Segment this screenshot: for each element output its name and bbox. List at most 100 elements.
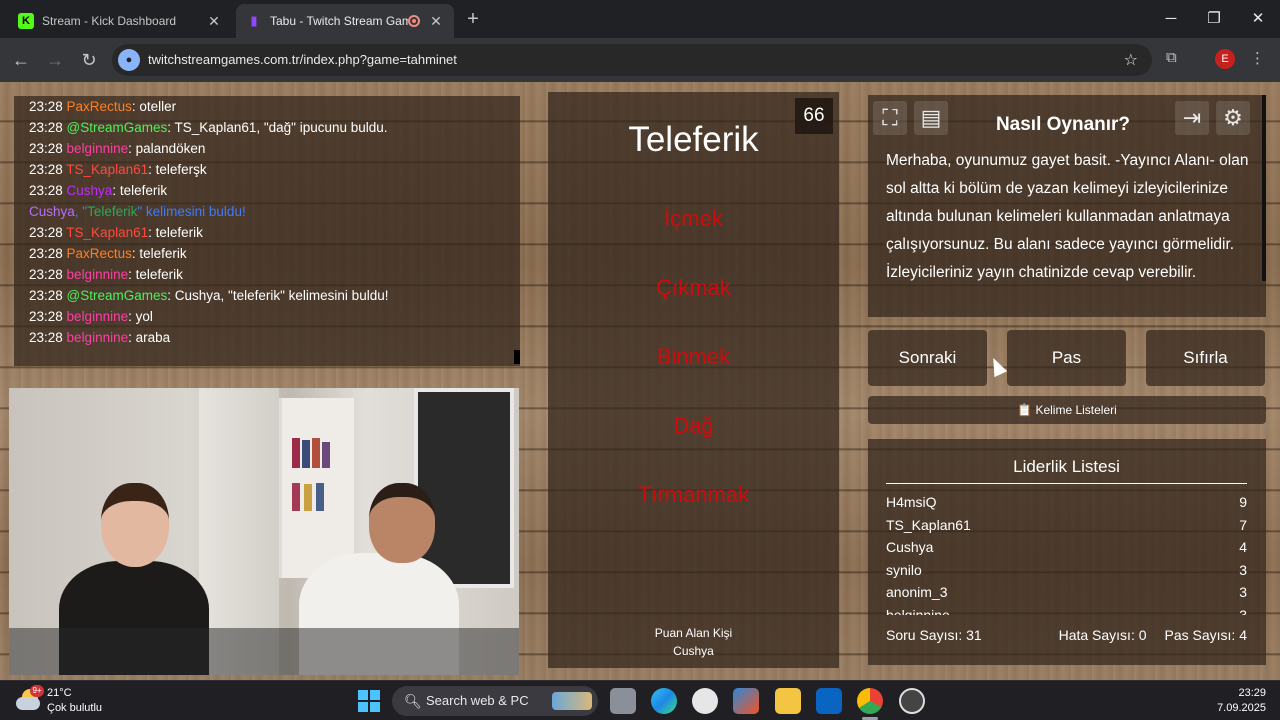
chat-username[interactable]: @StreamGames bbox=[67, 120, 168, 135]
chat-username[interactable]: TS_Kaplan61 bbox=[66, 225, 148, 240]
chat-text: : oteller bbox=[131, 99, 177, 114]
chat-username[interactable]: PaxRectus bbox=[67, 246, 132, 261]
address-bar[interactable]: ● twitchstreamgames.com.tr/index.php?gam… bbox=[112, 44, 1152, 76]
menu-icon[interactable]: ⋮ bbox=[1250, 49, 1265, 67]
chat-timestamp: 23:28 bbox=[29, 225, 67, 240]
chat-text: " kelimesini buldu! bbox=[137, 204, 246, 219]
outlook-icon[interactable] bbox=[816, 688, 842, 714]
obs-icon[interactable] bbox=[899, 688, 925, 714]
player-name: Cushya bbox=[886, 539, 934, 555]
new-tab-button[interactable]: + bbox=[462, 8, 484, 30]
restore-icon[interactable]: ❐ bbox=[1199, 6, 1229, 32]
how-to-play-title: Nasıl Oynanır? bbox=[995, 114, 1131, 135]
minimize-icon[interactable]: ─ bbox=[1156, 6, 1186, 32]
taboo-word: Binmek bbox=[656, 344, 731, 369]
twitch-icon: ▮ bbox=[250, 13, 258, 28]
microsoft-store-icon[interactable] bbox=[733, 688, 759, 714]
edge-icon[interactable] bbox=[651, 688, 677, 714]
chat-timestamp: 23:28 bbox=[29, 99, 67, 114]
player-name: TS_Kaplan61 bbox=[886, 516, 971, 533]
chat-username[interactable]: belginnine bbox=[67, 330, 129, 345]
leaderboard-row: TS_Kaplan61 7 bbox=[886, 514, 1247, 537]
clock-time: 23:29 bbox=[1238, 687, 1266, 699]
leaderboard-list[interactable]: H4msiQ 9 TS_Kaplan61 7 Cushya 4 synilo 3 anonim_… bbox=[886, 491, 1247, 615]
weather-condition[interactable]: Çok bulutlu bbox=[47, 702, 102, 714]
chat-text: : TS_Kaplan61, "dağ" ipucunu buldu. bbox=[167, 120, 388, 135]
chat-message: 23:28 PaxRectus: teleferik bbox=[29, 243, 520, 264]
chat-username[interactable]: PaxRectus bbox=[67, 99, 132, 114]
taboo-word: Çıkmak bbox=[656, 275, 731, 300]
tab-tabu-game[interactable]: ▮ Tabu - Twitch Stream Games ✕ bbox=[236, 4, 454, 38]
chat-timestamp: 23:28 bbox=[29, 267, 67, 282]
webcam-feed bbox=[9, 388, 519, 675]
player-name: anonim_3 bbox=[886, 584, 948, 600]
reload-icon[interactable]: ↻ bbox=[76, 47, 102, 73]
error-count: Hata Sayısı: 0 bbox=[1058, 627, 1147, 643]
weather-badge: 9+ bbox=[30, 685, 44, 697]
search-placeholder: Search web & PC bbox=[426, 693, 529, 708]
taskbar-search[interactable]: 🔍︎ Search web & PC bbox=[392, 686, 598, 716]
tab-kick-dashboard[interactable]: K Stream - Kick Dashboard ✕ bbox=[8, 4, 232, 38]
chat-timestamp: 23:28 bbox=[29, 162, 67, 177]
chat-username[interactable]: belginnine bbox=[67, 309, 129, 324]
notes-icon[interactable]: ▤ bbox=[914, 101, 948, 135]
chat-username[interactable]: belginnine bbox=[67, 267, 129, 282]
chat-text: : teleferik bbox=[131, 246, 187, 261]
forward-icon[interactable]: → bbox=[42, 47, 68, 73]
tab-strip: K Stream - Kick Dashboard ✕ ▮ Tabu - Twi… bbox=[0, 0, 1280, 38]
close-tab-icon[interactable]: ✕ bbox=[428, 13, 444, 30]
chatgpt-icon[interactable] bbox=[692, 688, 718, 714]
task-view-icon[interactable] bbox=[610, 688, 636, 714]
chat-username[interactable]: @StreamGames bbox=[67, 288, 168, 303]
how-to-play-scrollbar[interactable] bbox=[1262, 95, 1266, 281]
chat-message: 23:28 @StreamGames: Cushya, "teleferik" … bbox=[29, 285, 520, 306]
pass-button[interactable]: Pas bbox=[1007, 330, 1126, 386]
site-info-icon[interactable]: ● bbox=[118, 49, 140, 71]
scorer-name: Cushya bbox=[673, 644, 714, 658]
tab-title: Stream - Kick Dashboard bbox=[42, 14, 177, 28]
close-window-icon[interactable]: ✕ bbox=[1243, 6, 1273, 32]
profile-avatar[interactable]: E bbox=[1215, 49, 1235, 69]
windows-start-icon[interactable] bbox=[358, 690, 380, 712]
question-count: Soru Sayısı: 31 bbox=[886, 627, 982, 643]
taboo-word: İçmek bbox=[664, 206, 723, 231]
system-clock[interactable]: 23:29 7.09.2025 bbox=[1217, 686, 1266, 716]
chat-username[interactable]: belginnine bbox=[67, 141, 129, 156]
tab-search-icon[interactable]: ⧉ bbox=[1166, 49, 1177, 66]
player-score: 4 bbox=[1239, 539, 1247, 555]
next-button[interactable]: Sonraki bbox=[868, 330, 987, 386]
chat-timestamp: 23:28 bbox=[29, 288, 67, 303]
game-page: 23:28 PaxRectus: oteller 23:28 @StreamGam… bbox=[0, 82, 1280, 680]
fullscreen-icon[interactable]: ⛶ bbox=[873, 101, 907, 135]
chat-highlight-word: Teleferik bbox=[87, 204, 138, 219]
player-score: 3 bbox=[1239, 561, 1247, 578]
file-explorer-icon[interactable] bbox=[775, 688, 801, 714]
chat-timestamp: 23:28 bbox=[29, 246, 67, 261]
reset-button[interactable]: Sıfırla bbox=[1146, 330, 1265, 386]
chat-username: Cushya bbox=[29, 204, 75, 219]
tab-title: Tabu - Twitch Stream Games bbox=[270, 14, 408, 28]
bookmark-star-icon[interactable]: ☆ bbox=[1124, 50, 1138, 70]
url-text: twitchstreamgames.com.tr/index.php?game=… bbox=[148, 52, 457, 67]
chat-username[interactable]: TS_Kaplan61 bbox=[66, 162, 148, 177]
leaderboard-row: belginnine 3 bbox=[886, 604, 1247, 616]
player-score: 9 bbox=[1239, 494, 1247, 510]
exit-icon[interactable]: ⇥ bbox=[1175, 101, 1209, 135]
chat-text: : teleferik bbox=[128, 267, 183, 282]
leaderboard-row: anonim_3 3 bbox=[886, 581, 1247, 604]
gear-icon[interactable]: ⚙ bbox=[1216, 101, 1250, 135]
player-name: synilo bbox=[886, 561, 922, 578]
chat-panel: 23:28 PaxRectus: oteller 23:28 @StreamGam… bbox=[14, 96, 520, 366]
word-lists-button[interactable]: 📋 Kelime Listeleri bbox=[868, 396, 1266, 424]
chat-scrollbar[interactable] bbox=[514, 350, 520, 364]
leaderboard-title: Liderlik Listesi bbox=[886, 457, 1247, 484]
chat-timestamp: 23:28 bbox=[29, 141, 67, 156]
back-icon[interactable]: ← bbox=[8, 47, 34, 73]
temperature[interactable]: 21°C bbox=[47, 687, 72, 699]
close-tab-icon[interactable]: ✕ bbox=[206, 13, 222, 30]
chat-username[interactable]: Cushya bbox=[67, 183, 113, 198]
chat-message: 23:28 belginnine: palandöken bbox=[29, 138, 520, 159]
pass-count: Pas Sayısı: 4 bbox=[1164, 627, 1247, 643]
chat-timestamp: 23:28 bbox=[29, 120, 67, 135]
chrome-icon[interactable] bbox=[857, 688, 883, 714]
